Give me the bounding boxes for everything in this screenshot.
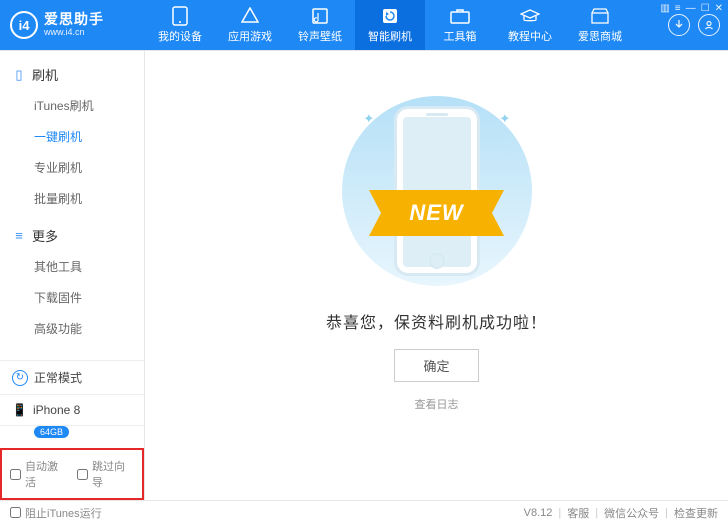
- sidebar-section-flash[interactable]: ▯ 刷机: [0, 59, 144, 90]
- sidebar-item-download-fw[interactable]: 下载固件: [0, 282, 144, 313]
- tab-flash[interactable]: 智能刷机: [355, 0, 425, 50]
- device-name: iPhone 8: [33, 403, 80, 417]
- new-ribbon: NEW: [393, 190, 479, 236]
- sparkle-icon: ✦: [499, 111, 510, 127]
- sidebar-bottom: ↻ 正常模式 📱 iPhone 8 64GB 自动激活 跳过向导: [0, 360, 144, 500]
- mode-label: 正常模式: [34, 369, 82, 386]
- device-capacity-badge: 64GB: [34, 426, 69, 438]
- auto-activate-checkbox[interactable]: 自动激活: [10, 458, 67, 490]
- checkbox-input[interactable]: [10, 469, 21, 480]
- ringtone-icon: [310, 6, 330, 26]
- tab-label: 教程中心: [508, 28, 552, 44]
- brand-url: www.i4.cn: [44, 28, 104, 38]
- tab-label: 工具箱: [444, 28, 477, 44]
- checkbox-label: 阻止iTunes运行: [25, 505, 102, 521]
- wechat-link[interactable]: 微信公众号: [604, 505, 659, 521]
- version-label: V8.12: [524, 507, 553, 519]
- success-message: 恭喜您，保资料刷机成功啦！: [326, 309, 547, 333]
- window-controls: ▥ ≡ — ☐ ✕: [660, 3, 723, 14]
- support-link[interactable]: 客服: [567, 505, 589, 521]
- tab-store[interactable]: 爱思商城: [565, 0, 635, 50]
- tab-my-device[interactable]: 我的设备: [145, 0, 215, 50]
- tutorial-icon: [520, 6, 540, 26]
- sidebar-item-itunes-flash[interactable]: iTunes刷机: [0, 90, 144, 121]
- view-log-link[interactable]: 查看日志: [415, 396, 459, 412]
- highlighted-options: 自动激活 跳过向导: [0, 448, 144, 500]
- tab-label: 应用游戏: [228, 28, 272, 44]
- sidebar-item-pro-flash[interactable]: 专业刷机: [0, 152, 144, 183]
- tab-label: 智能刷机: [368, 28, 412, 44]
- sidebar-item-other-tools[interactable]: 其他工具: [0, 251, 144, 282]
- maximize-button[interactable]: ☐: [701, 3, 710, 14]
- section-title: 更多: [32, 226, 58, 245]
- brand-title: 爱思助手: [44, 12, 104, 27]
- ribbon-text: NEW: [393, 190, 479, 236]
- phone-icon: ▯: [12, 67, 26, 83]
- body: ▯ 刷机 iTunes刷机 一键刷机 专业刷机 批量刷机 ≡ 更多 其他工具 下…: [0, 50, 728, 500]
- sidebar-item-batch-flash[interactable]: 批量刷机: [0, 183, 144, 214]
- toolbox-icon: [450, 6, 470, 26]
- status-bar: 阻止iTunes运行 V8.12 | 客服 | 微信公众号 | 检查更新: [0, 500, 728, 524]
- skip-guide-checkbox[interactable]: 跳过向导: [77, 458, 134, 490]
- checkbox-label: 跳过向导: [92, 458, 134, 490]
- block-itunes-checkbox[interactable]: 阻止iTunes运行: [10, 505, 102, 521]
- apps-icon: [240, 6, 260, 26]
- tab-apps[interactable]: 应用游戏: [215, 0, 285, 50]
- section-title: 刷机: [32, 65, 58, 84]
- sidebar-item-oneclick-flash[interactable]: 一键刷机: [0, 121, 144, 152]
- check-update-link[interactable]: 检查更新: [674, 505, 718, 521]
- flash-icon: [380, 6, 400, 26]
- main-panel: ✦ ✦ NEW 恭喜您，保资料刷机成功啦！ 确定 查看日志: [145, 51, 728, 500]
- user-button[interactable]: [698, 14, 720, 36]
- refresh-icon: ↻: [12, 370, 28, 386]
- more-icon: ≡: [12, 228, 26, 243]
- sidebar-section-more[interactable]: ≡ 更多: [0, 220, 144, 251]
- success-illustration: ✦ ✦ NEW: [307, 91, 567, 291]
- sidebar-item-advanced[interactable]: 高级功能: [0, 313, 144, 344]
- checkbox-label: 自动激活: [25, 458, 67, 490]
- download-button[interactable]: [668, 14, 690, 36]
- phone-icon: 📱: [12, 403, 27, 417]
- logo-icon: i4: [10, 11, 38, 39]
- tab-tutorial[interactable]: 教程中心: [495, 0, 565, 50]
- menu-icon[interactable]: ▥: [660, 3, 669, 14]
- app-header: ▥ ≡ — ☐ ✕ i4 爱思助手 www.i4.cn 我的设备 应用游戏 铃声…: [0, 0, 728, 50]
- tab-ringtone[interactable]: 铃声壁纸: [285, 0, 355, 50]
- minimize-button[interactable]: —: [686, 3, 696, 14]
- ok-button[interactable]: 确定: [394, 349, 478, 382]
- device-row[interactable]: 📱 iPhone 8: [0, 395, 144, 426]
- tab-label: 我的设备: [158, 28, 202, 44]
- brand: i4 爱思助手 www.i4.cn: [0, 0, 145, 50]
- close-button[interactable]: ✕: [715, 3, 723, 14]
- sparkle-icon: ✦: [363, 111, 374, 127]
- checkbox-input[interactable]: [77, 469, 88, 480]
- store-icon: [590, 6, 610, 26]
- tab-label: 爱思商城: [578, 28, 622, 44]
- tab-toolbox[interactable]: 工具箱: [425, 0, 495, 50]
- device-mode-row[interactable]: ↻ 正常模式: [0, 361, 144, 395]
- tip-icon[interactable]: ≡: [675, 3, 681, 14]
- tab-label: 铃声壁纸: [298, 28, 342, 44]
- sidebar: ▯ 刷机 iTunes刷机 一键刷机 专业刷机 批量刷机 ≡ 更多 其他工具 下…: [0, 51, 145, 500]
- header-tabs: 我的设备 应用游戏 铃声壁纸 智能刷机 工具箱 教程中心 爱思商城: [145, 0, 668, 50]
- device-icon: [170, 6, 190, 26]
- checkbox-input[interactable]: [10, 507, 21, 518]
